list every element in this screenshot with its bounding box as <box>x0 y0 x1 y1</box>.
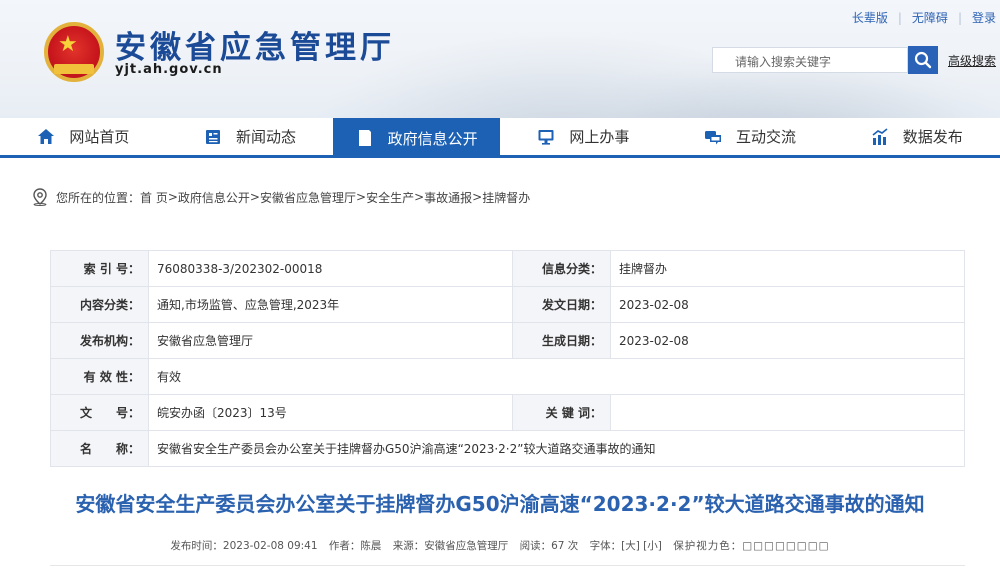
validity-value: 有效 <box>148 358 965 395</box>
nav-item-online-service[interactable]: 网上办事 <box>500 118 667 155</box>
site-domain: yjt.ah.gov.cn <box>115 62 223 77</box>
chart-icon <box>871 127 889 146</box>
national-emblem-logo[interactable]: ★ <box>44 22 104 82</box>
breadcrumb-separator: > <box>167 190 178 204</box>
nav-label: 互动交流 <box>736 128 797 146</box>
breadcrumb-separator: > <box>414 190 425 204</box>
elder-version-link[interactable]: 长辈版 <box>852 9 888 26</box>
table-row: 内容分类： 通知,市场监管、应急管理,2023年 发文日期： 2023-02-0… <box>50 286 965 323</box>
breadcrumb-item-home[interactable]: 首 页 <box>140 189 168 206</box>
keywords-value <box>610 394 965 431</box>
news-icon <box>204 128 222 146</box>
table-row: 文 号： 皖安办函〔2023〕13号 关 键 词： <box>50 394 965 431</box>
table-row: 有 效 性： 有效 <box>50 358 965 395</box>
table-row: 发布机构： 安徽省应急管理厅 生成日期： 2023-02-08 <box>50 322 965 359</box>
publish-time: 发布时间：2023-02-08 09:41 <box>170 540 318 552</box>
accessibility-link[interactable]: 无障碍 <box>912 9 948 26</box>
breadcrumb-item-gov-info[interactable]: 政府信息公开 <box>178 189 250 206</box>
breadcrumb-item-supervision[interactable]: 挂牌督办 <box>482 189 530 206</box>
publisher-label: 发布机构： <box>50 322 149 359</box>
nav-label: 网上办事 <box>569 128 630 146</box>
issue-date-value: 2023-02-08 <box>610 286 965 323</box>
name-value: 安徽省安全生产委员会办公室关于挂牌督办G50沪渝高速“2023·2·2”较大道路… <box>148 430 965 467</box>
divider <box>50 565 965 566</box>
search-icon <box>914 51 932 69</box>
doc-number-value: 皖安办函〔2023〕13号 <box>148 394 513 431</box>
nav-label: 网站首页 <box>69 128 130 146</box>
source: 来源：安徽省应急管理厅 <box>392 540 509 552</box>
generated-date-label: 生成日期： <box>512 322 611 359</box>
document-info-table: 索 引 号： 76080338-3/202302-00018 信息分类： 挂牌督… <box>50 250 965 467</box>
doc-number-label: 文 号： <box>50 394 149 431</box>
font-size-control[interactable]: 字体：[大] [小] <box>590 540 662 552</box>
author: 作者：陈晨 <box>328 540 382 552</box>
keywords-label: 关 键 词： <box>512 394 611 431</box>
breadcrumb-separator: > <box>249 190 260 204</box>
eye-protection-colors[interactable]: 保护视力色：□□□□□□□□ <box>673 540 829 552</box>
divider: | <box>897 10 902 25</box>
advanced-search-link[interactable]: 高级搜索 <box>948 52 996 69</box>
nav-label: 数据发布 <box>902 128 963 146</box>
chat-icon <box>704 128 722 146</box>
nav-item-home[interactable]: 网站首页 <box>0 118 167 155</box>
index-value: 76080338-3/202302-00018 <box>148 250 513 287</box>
login-link[interactable]: 登录 <box>972 9 996 26</box>
name-label: 名 称： <box>50 430 149 467</box>
search-input[interactable]: 请输入搜索关键字 <box>712 47 908 73</box>
breadcrumb-separator: > <box>356 190 367 204</box>
site-header: ★ 安徽省应急管理厅 yjt.ah.gov.cn 长辈版 | 无障碍 | 登录 … <box>0 0 1000 118</box>
home-icon <box>37 128 55 146</box>
article-title: 安徽省安全生产委员会办公室关于挂牌督办G50沪渝高速“2023·2·2”较大道路… <box>75 492 925 516</box>
issue-date-label: 发文日期： <box>512 286 611 323</box>
index-label: 索 引 号： <box>50 250 149 287</box>
nav-label: 政府信息公开 <box>387 129 478 148</box>
article-meta: 发布时间：2023-02-08 09:41 作者：陈晨 来源：安徽省应急管理厅 … <box>0 538 1000 553</box>
star-icon: ★ <box>58 32 78 57</box>
nav-item-data-release[interactable]: 数据发布 <box>833 118 1000 155</box>
top-links: 长辈版 | 无障碍 | 登录 <box>852 9 1000 26</box>
table-row: 索 引 号： 76080338-3/202302-00018 信息分类： 挂牌督… <box>50 250 965 287</box>
breadcrumb-item-safety[interactable]: 安全生产 <box>366 189 414 206</box>
generated-date-value: 2023-02-08 <box>610 322 965 359</box>
location-pin-icon <box>33 188 47 206</box>
content-category-value: 通知,市场监管、应急管理,2023年 <box>148 286 513 323</box>
divider: | <box>957 10 962 25</box>
breadcrumb-item-accident-report[interactable]: 事故通报 <box>424 189 472 206</box>
nav-label: 新闻动态 <box>236 128 297 146</box>
breadcrumb-separator: > <box>472 190 483 204</box>
site-title[interactable]: 安徽省应急管理厅 <box>115 22 395 67</box>
search-button[interactable] <box>908 46 938 74</box>
main-nav: 网站首页 新闻动态 政府信息公开 网上办事 互动交流 数据发布 <box>0 118 1000 158</box>
table-row: 名 称： 安徽省安全生产委员会办公室关于挂牌督办G50沪渝高速“2023·2·2… <box>50 430 965 467</box>
breadcrumb: 您所在的位置： 首 页 > 政府信息公开 > 安徽省应急管理厅 > 安全生产 >… <box>32 188 530 206</box>
monitor-icon <box>537 128 555 146</box>
breadcrumb-item-department[interactable]: 安徽省应急管理厅 <box>260 189 356 206</box>
nav-item-interaction[interactable]: 互动交流 <box>667 118 834 155</box>
publisher-value: 安徽省应急管理厅 <box>148 322 513 359</box>
document-icon <box>356 129 374 147</box>
breadcrumb-prefix: 您所在的位置： <box>56 190 141 205</box>
content-category-label: 内容分类： <box>50 286 149 323</box>
emblem-base <box>54 64 94 74</box>
nav-item-news[interactable]: 新闻动态 <box>167 118 334 155</box>
view-count: 阅读：67 次 <box>519 540 579 552</box>
nav-item-gov-info[interactable]: 政府信息公开 <box>333 118 501 158</box>
category-value: 挂牌督办 <box>610 250 965 287</box>
validity-label: 有 效 性： <box>50 358 149 395</box>
category-label: 信息分类： <box>512 250 611 287</box>
